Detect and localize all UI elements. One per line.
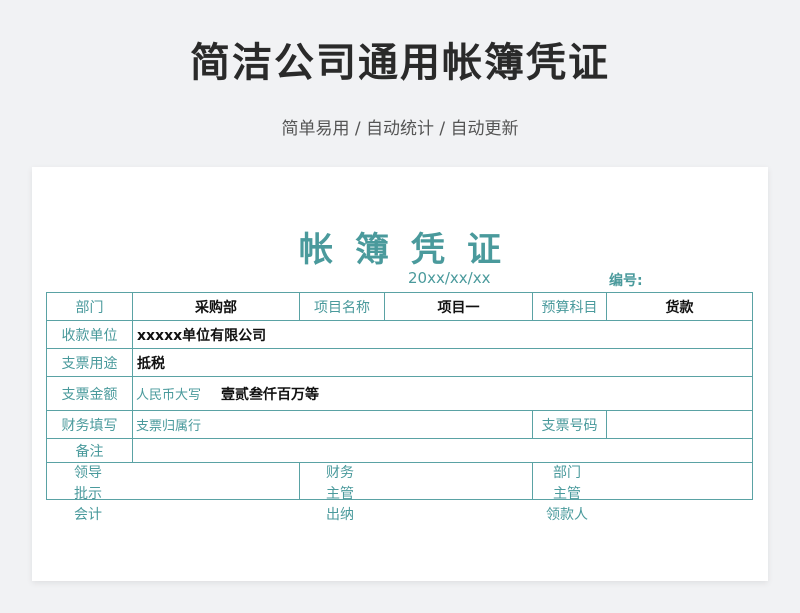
budget-value[interactable]: 货款 bbox=[606, 292, 753, 321]
item-name-label: 项目名称 bbox=[299, 292, 385, 321]
amount-field[interactable]: 人民币大写 壹贰叁仟百万等 bbox=[132, 376, 753, 411]
amount-hint: 人民币大写 bbox=[136, 388, 202, 403]
voucher-date: 20xx/xx/xx bbox=[408, 269, 491, 287]
sig-finance: 财务 bbox=[326, 465, 354, 481]
cheque-no-label: 支票号码 bbox=[532, 410, 607, 439]
dept-label: 部门 bbox=[46, 292, 133, 321]
sig-cashier: 出纳 bbox=[326, 507, 354, 523]
remark-label: 备注 bbox=[46, 438, 133, 463]
remark-value[interactable] bbox=[132, 438, 753, 463]
purpose-value[interactable]: 抵税 bbox=[132, 348, 753, 377]
voucher-title: 帐簿凭证 bbox=[299, 230, 523, 270]
purpose-label: 支票用途 bbox=[46, 348, 133, 377]
amount-label: 支票金额 bbox=[46, 376, 133, 411]
amount-value: 壹贰叁仟百万等 bbox=[221, 386, 320, 403]
finance-fill-label: 财务填写 bbox=[46, 410, 133, 439]
sig-leader: 领导 bbox=[74, 465, 102, 481]
page-subtitle: 简单易用 / 自动统计 / 自动更新 bbox=[281, 119, 519, 139]
sig-finance-supervisor: 主管 bbox=[326, 486, 354, 502]
sig-payee: 领款人 bbox=[546, 507, 588, 523]
page-title: 简洁公司通用帐簿凭证 bbox=[190, 40, 610, 86]
dept-value[interactable]: 采购部 bbox=[132, 292, 300, 321]
sig-dept-supervisor: 主管 bbox=[553, 486, 581, 502]
item-name-value[interactable]: 项目一 bbox=[384, 292, 533, 321]
payee-value[interactable]: xxxxx单位有限公司 bbox=[132, 320, 753, 349]
budget-label: 预算科目 bbox=[532, 292, 607, 321]
payee-label: 收款单位 bbox=[46, 320, 133, 349]
voucher-code-label: 编号: bbox=[609, 273, 643, 289]
sig-instruction: 批示 bbox=[74, 486, 102, 502]
bank-field[interactable]: 支票归属行 bbox=[132, 410, 533, 439]
cheque-no-value[interactable] bbox=[606, 410, 753, 439]
sig-accountant: 会计 bbox=[74, 507, 102, 523]
sig-department: 部门 bbox=[553, 465, 581, 481]
